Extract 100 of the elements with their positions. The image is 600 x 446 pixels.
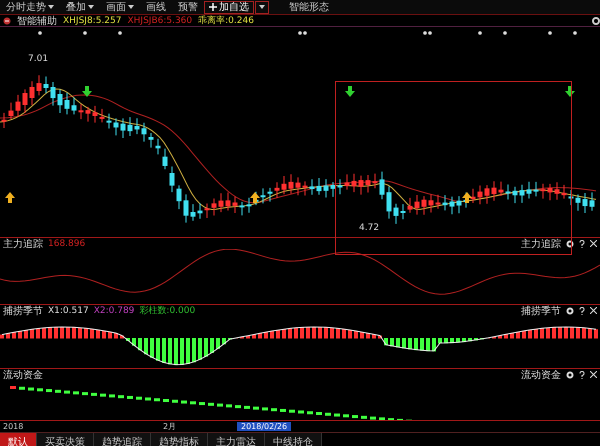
up-arrow-icon bbox=[462, 192, 472, 203]
candle bbox=[44, 76, 48, 94]
candle bbox=[512, 186, 518, 204]
tab[interactable]: 趋势追踪 bbox=[94, 433, 151, 446]
candle bbox=[380, 171, 384, 200]
candle bbox=[8, 102, 14, 120]
candle bbox=[492, 180, 496, 202]
close-icon[interactable] bbox=[590, 371, 597, 378]
candle bbox=[162, 148, 168, 170]
candle bbox=[22, 88, 28, 114]
candle bbox=[212, 198, 216, 216]
candle bbox=[428, 194, 434, 214]
indicator-title: 智能辅助 bbox=[17, 14, 57, 28]
collapse-icon[interactable] bbox=[3, 16, 11, 24]
candle bbox=[100, 108, 104, 123]
candle bbox=[344, 174, 350, 190]
settings-icon[interactable] bbox=[592, 16, 600, 24]
help-icon[interactable] bbox=[579, 370, 585, 378]
close-icon[interactable] bbox=[590, 307, 597, 314]
down-arrow-icon bbox=[345, 86, 355, 97]
indicator-value: 乖离率:0.246 bbox=[198, 14, 254, 27]
candle bbox=[64, 92, 70, 115]
candle bbox=[246, 197, 252, 214]
candle bbox=[226, 192, 230, 211]
close-icon[interactable] bbox=[590, 240, 597, 247]
candle bbox=[442, 194, 448, 211]
settings-icon[interactable] bbox=[566, 370, 574, 378]
down-arrow-icon bbox=[82, 86, 92, 97]
candle bbox=[296, 176, 300, 196]
candle bbox=[92, 105, 98, 124]
indicator-value: 彩柱数:0.000 bbox=[139, 304, 196, 317]
menu-button[interactable]: 画线 bbox=[140, 0, 172, 14]
candle bbox=[352, 173, 356, 193]
panel-title: 流动资金 bbox=[3, 368, 43, 382]
candle bbox=[330, 181, 336, 198]
add-watchlist-button[interactable]: 加自选 bbox=[204, 0, 254, 14]
candle bbox=[534, 181, 538, 197]
indicator-value: XHJSJ8:5.257 bbox=[63, 16, 122, 26]
candle bbox=[86, 106, 90, 122]
candle bbox=[576, 194, 580, 212]
tab[interactable]: 主力雷达 bbox=[208, 433, 265, 446]
candle bbox=[540, 183, 546, 200]
indicator-value: XHJSJB6:5.360 bbox=[127, 16, 192, 26]
candle bbox=[498, 181, 504, 196]
candle bbox=[568, 190, 574, 206]
candle bbox=[190, 204, 196, 222]
candle bbox=[408, 197, 412, 214]
price-label: 4.72 bbox=[358, 223, 380, 233]
candle bbox=[184, 194, 188, 224]
axis-label: 2018 bbox=[3, 422, 24, 431]
indicator-value: 168.896 bbox=[48, 238, 86, 248]
tab[interactable]: 中线持仓 bbox=[265, 433, 322, 446]
candle bbox=[148, 132, 154, 148]
candle bbox=[204, 203, 210, 218]
candle bbox=[72, 96, 76, 115]
candle bbox=[436, 194, 440, 210]
candle bbox=[310, 178, 314, 196]
candle bbox=[422, 196, 426, 216]
candle bbox=[316, 177, 322, 196]
candle bbox=[232, 196, 238, 214]
candle bbox=[302, 180, 308, 196]
tab[interactable]: 买卖决策 bbox=[37, 433, 94, 446]
candle bbox=[520, 184, 524, 204]
menu-button[interactable]: 叠加 bbox=[60, 0, 100, 14]
candle bbox=[386, 186, 392, 220]
candle bbox=[470, 188, 476, 204]
pattern-button[interactable]: 智能形态 bbox=[283, 0, 335, 14]
candle bbox=[562, 184, 566, 200]
panel-title: 捕捞季节 bbox=[521, 304, 561, 318]
menu-button[interactable]: 分时走势 bbox=[0, 0, 60, 14]
candle bbox=[50, 82, 56, 106]
candle bbox=[128, 116, 132, 136]
candle bbox=[548, 183, 552, 201]
candle bbox=[400, 204, 406, 220]
candle bbox=[394, 203, 398, 224]
candle bbox=[260, 188, 266, 204]
menu-button[interactable]: 预警 bbox=[172, 0, 204, 14]
candle bbox=[106, 113, 112, 130]
candle bbox=[142, 122, 146, 142]
price-label: 7.01 bbox=[28, 54, 48, 64]
candle bbox=[198, 202, 202, 220]
panel-title: 流动资金 bbox=[521, 368, 561, 382]
candle bbox=[554, 182, 560, 200]
candle bbox=[274, 182, 280, 198]
axis-label: 2月 bbox=[163, 421, 178, 432]
candle bbox=[526, 181, 532, 199]
tab[interactable]: 趋势指标 bbox=[151, 433, 208, 446]
menu-button[interactable]: 画面 bbox=[100, 0, 140, 14]
candle bbox=[450, 196, 454, 215]
dropdown-button[interactable] bbox=[255, 0, 269, 14]
candle bbox=[478, 185, 482, 205]
help-icon[interactable] bbox=[579, 240, 585, 248]
caret-icon bbox=[259, 5, 265, 9]
indicator-value: X2:0.789 bbox=[94, 306, 134, 316]
help-icon[interactable] bbox=[579, 306, 585, 314]
settings-icon[interactable] bbox=[566, 306, 574, 314]
tab[interactable]: 默认 bbox=[0, 433, 37, 446]
settings-icon[interactable] bbox=[566, 240, 574, 248]
indicator-value: X1:0.517 bbox=[48, 306, 89, 316]
candle bbox=[120, 118, 126, 138]
